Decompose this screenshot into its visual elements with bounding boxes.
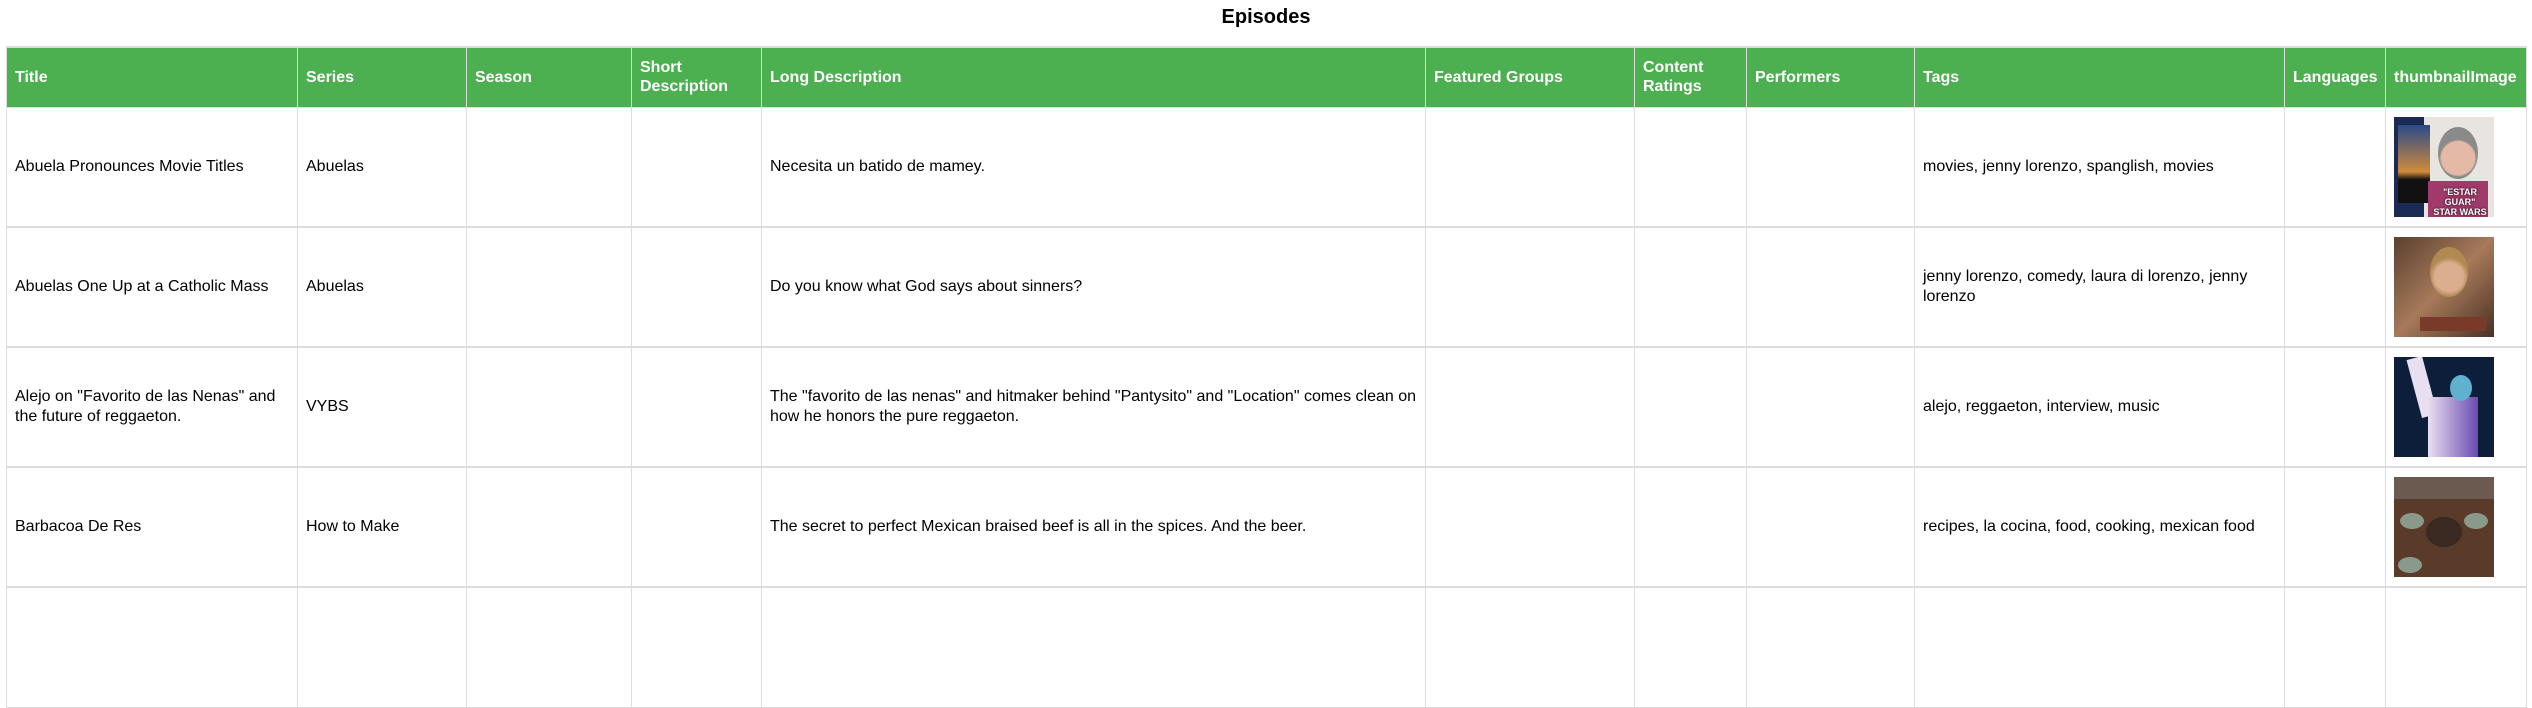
cell-content-ratings [1634, 466, 1747, 588]
cell-thumbnail [2385, 346, 2527, 468]
thumbnail-image[interactable] [2394, 237, 2494, 337]
header-row: Title Series Season Short Description Lo… [6, 46, 2527, 108]
cell-season [466, 346, 632, 468]
column-header-series[interactable]: Series [297, 46, 467, 108]
column-header-long-description[interactable]: Long Description [761, 46, 1426, 108]
cell-tags: recipes, la cocina, food, cooking, mexic… [1914, 466, 2285, 588]
cell-long-description: The secret to perfect Mexican braised be… [761, 466, 1426, 588]
table-row: Abuelas One Up at a Catholic Mass Abuela… [6, 226, 2527, 348]
cell-tags: alejo, reggaeton, interview, music [1914, 346, 2285, 468]
cell-featured-groups [1425, 226, 1635, 348]
cell-performers [1746, 346, 1915, 468]
cell-title: Abuelas One Up at a Catholic Mass [6, 226, 298, 348]
cell-season [466, 106, 632, 228]
table-row-partial [6, 586, 2527, 708]
barbacoa-bowl [2426, 517, 2462, 547]
column-header-featured-groups[interactable]: Featured Groups [1425, 46, 1635, 108]
cell-thumbnail [2385, 226, 2527, 348]
column-header-thumbnail-image[interactable]: thumbnailImage [2385, 46, 2527, 108]
table-row: Abuela Pronounces Movie Titles Abuelas N… [6, 106, 2527, 228]
column-header-content-ratings[interactable]: Content Ratings [1634, 46, 1747, 108]
cell-languages [2284, 346, 2386, 468]
cell-short-description [631, 466, 762, 588]
table-row: Alejo on "Favorito de las Nenas" and the… [6, 346, 2527, 468]
cell-series: Abuelas [297, 226, 467, 348]
cell-title: Alejo on "Favorito de las Nenas" and the… [6, 346, 298, 468]
performer-body [2428, 397, 2478, 457]
abuela-face [2430, 247, 2468, 297]
column-header-title[interactable]: Title [6, 46, 298, 108]
plate [2400, 513, 2424, 529]
cell-featured-groups [1425, 346, 1635, 468]
cell-long-description: Necesita un batido de mamey. [761, 106, 1426, 228]
column-header-season[interactable]: Season [466, 46, 632, 108]
cell-tags: jenny lorenzo, comedy, laura di lorenzo,… [1914, 226, 2285, 348]
cell-content-ratings [1634, 226, 1747, 348]
basket [2420, 317, 2486, 331]
abuela-face [2438, 126, 2478, 179]
column-header-languages[interactable]: Languages [2284, 46, 2386, 108]
thumbnail-caption: "ESTAR GUAR" STAR WARS [2433, 186, 2487, 217]
performer-head [2450, 375, 2472, 401]
cell-series: Abuelas [297, 106, 467, 228]
cell-performers [1746, 106, 1915, 228]
episodes-table: Title Series Season Short Description Lo… [6, 46, 2527, 708]
cell-short-description [631, 106, 762, 228]
thumbnail-image[interactable] [2394, 477, 2494, 577]
cell-season [466, 466, 632, 588]
cell-tags: movies, jenny lorenzo, spanglish, movies [1914, 106, 2285, 228]
cell-performers [1746, 466, 1915, 588]
cell-featured-groups [1425, 466, 1635, 588]
cell-languages [2284, 226, 2386, 348]
cell-performers [1746, 226, 1915, 348]
cell-languages [2284, 106, 2386, 228]
column-header-short-description[interactable]: Short Description [631, 46, 762, 108]
cell-languages [2284, 466, 2386, 588]
cell-title: Abuela Pronounces Movie Titles [6, 106, 298, 228]
thumbnail-image[interactable] [2394, 357, 2494, 457]
star-wars-poster [2398, 124, 2430, 203]
thumbnail-image[interactable]: "ESTAR GUAR" STAR WARS [2394, 116, 2494, 217]
cell-long-description: The "favorito de las nenas" and hitmaker… [761, 346, 1426, 468]
cell-thumbnail [2385, 466, 2527, 588]
cell-short-description [631, 226, 762, 348]
cell-title: Barbacoa De Res [6, 466, 298, 588]
cell-thumbnail: "ESTAR GUAR" STAR WARS [2385, 106, 2527, 228]
column-header-performers[interactable]: Performers [1746, 46, 1915, 108]
page-title: Episodes [1221, 6, 1311, 28]
cell-featured-groups [1425, 106, 1635, 228]
column-header-tags[interactable]: Tags [1914, 46, 2285, 108]
cell-series: How to Make [297, 466, 467, 588]
cell-long-description: Do you know what God says about sinners? [761, 226, 1426, 348]
cell-series: VYBS [297, 346, 467, 468]
cell-content-ratings [1634, 346, 1747, 468]
plate [2464, 513, 2488, 529]
cell-season [466, 226, 632, 348]
cell-short-description [631, 346, 762, 468]
cell-content-ratings [1634, 106, 1747, 228]
plate [2398, 557, 2422, 573]
table-row: Barbacoa De Res How to Make The secret t… [6, 466, 2527, 588]
